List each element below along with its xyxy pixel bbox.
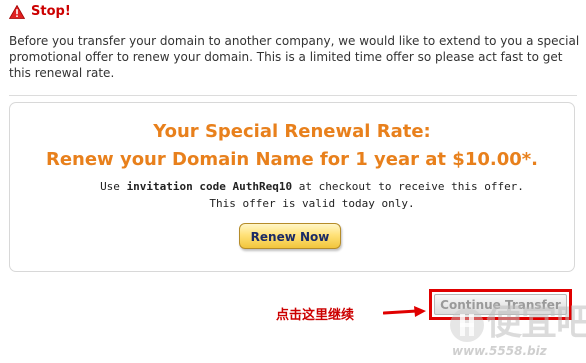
code-prefix: Use xyxy=(100,180,127,193)
renew-now-button[interactable]: Renew Now xyxy=(239,223,341,249)
stop-header: Stop! xyxy=(9,4,71,19)
divider xyxy=(9,95,577,96)
intro-text: Before you transfer your domain to anoth… xyxy=(9,34,580,80)
watermark-url: www.5558.biz xyxy=(452,344,547,358)
code-suffix: at checkout to receive this offer. xyxy=(292,180,524,193)
continue-transfer-button[interactable]: Continue Transfer xyxy=(434,294,567,315)
stop-title: Stop! xyxy=(31,4,71,19)
arrow-right-icon xyxy=(383,306,426,317)
click-here-note: 点击这里继续 xyxy=(276,308,355,323)
offer-heading: Your Special Renewal Rate: xyxy=(153,121,431,142)
renewal-offer-box: Your Special Renewal Rate: Renew your Do… xyxy=(9,102,575,272)
invitation-code: invitation code AuthReq10 xyxy=(126,180,293,193)
transfer-stop-page: Stop! Before you transfer your domain to… xyxy=(0,0,586,363)
offer-validity: This offer is valid today only. xyxy=(209,197,415,210)
invitation-code-line: Use invitation code AuthReq10 at checkou… xyxy=(50,179,574,195)
offer-subheading: Renew your Domain Name for 1 year at $10… xyxy=(45,149,539,170)
warning-icon xyxy=(9,4,25,19)
